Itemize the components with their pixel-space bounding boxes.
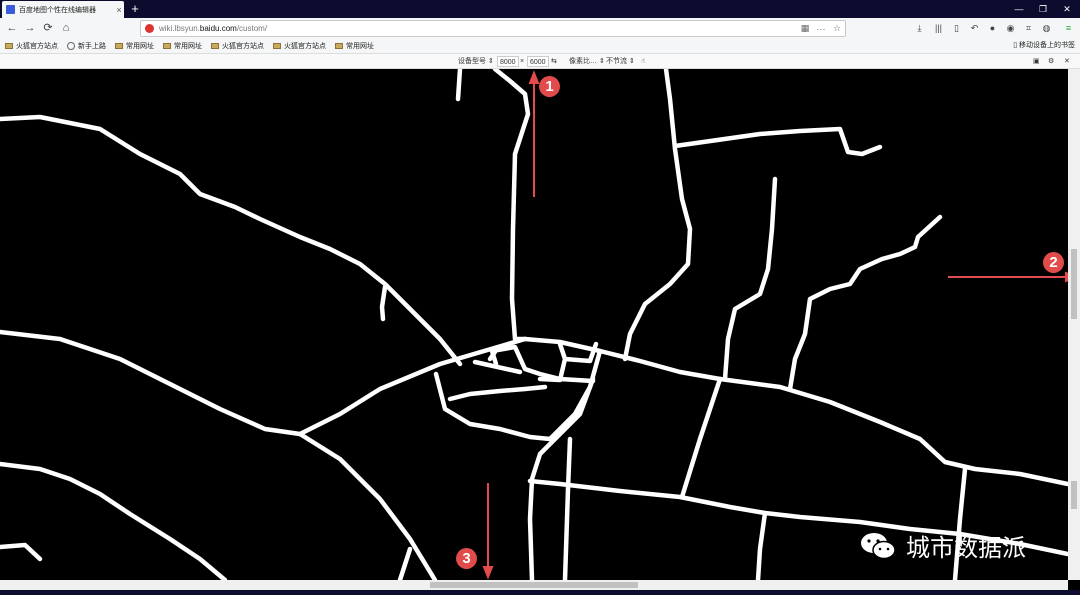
sidebar-icon[interactable]: ▯ xyxy=(950,22,963,35)
road xyxy=(379,284,388,322)
download-icon[interactable]: ⤓ xyxy=(913,22,926,35)
undo-icon[interactable]: ↶ xyxy=(968,22,981,35)
site-identity-icon xyxy=(145,24,154,33)
road xyxy=(297,431,438,580)
favicon-icon xyxy=(6,5,15,14)
road xyxy=(397,546,413,580)
folder-icon xyxy=(273,43,281,49)
map-canvas[interactable]: 1 2 3 xyxy=(0,69,1068,580)
bookmark-item[interactable]: 新手上路 xyxy=(67,41,106,51)
qr-code-icon[interactable]: ▦ xyxy=(797,23,813,34)
road-network xyxy=(0,69,1068,580)
times-symbol: × xyxy=(520,58,525,65)
road xyxy=(562,436,573,580)
folder-icon xyxy=(5,43,13,49)
road xyxy=(672,126,883,157)
tab-close-icon[interactable]: × xyxy=(114,5,124,15)
library-icon[interactable]: ||| xyxy=(932,22,945,35)
bookmark-item[interactable]: 火狐官方站点 xyxy=(5,41,58,51)
bookmark-item[interactable]: 常用网址 xyxy=(115,41,154,51)
home-button[interactable]: ⌂ xyxy=(58,20,74,36)
forward-button[interactable]: → xyxy=(22,20,38,36)
globe-icon xyxy=(67,42,75,50)
folder-icon xyxy=(115,43,123,49)
road xyxy=(679,376,723,500)
rotate-icon[interactable]: ⇆ xyxy=(551,56,557,67)
watermark-text: 城市数据派 xyxy=(906,535,1026,562)
bookmark-item[interactable]: 常用网址 xyxy=(163,41,202,51)
menu-icon[interactable]: ≡ xyxy=(1062,22,1075,35)
tab-title: 百度地图个性在线编辑器 xyxy=(19,6,96,14)
road xyxy=(455,69,463,102)
screenshot-icon[interactable]: ▣ xyxy=(1033,56,1040,67)
road xyxy=(522,336,723,382)
close-rdm-icon[interactable]: ✕ xyxy=(1064,56,1070,67)
extension-blue-icon[interactable]: ◉ xyxy=(1004,22,1017,35)
vertical-scrollbar[interactable] xyxy=(1068,69,1080,580)
road xyxy=(489,344,596,384)
marker-1: 1 xyxy=(539,76,560,97)
navigation-bar: ← → ⟳ ⌂ wiki.lbsyun.baidu.com/custom/ ▦ … xyxy=(0,18,1080,39)
page-actions-icon[interactable]: ··· xyxy=(813,24,829,34)
mobile-icon: ▯ xyxy=(1013,42,1018,49)
bookmarks-bar: 火狐官方站点 新手上路 常用网址 常用网址 火狐官方站点 火狐官方站点 常用网址… xyxy=(0,39,1080,54)
vertical-scroll-thumb-secondary[interactable] xyxy=(1071,481,1077,509)
road xyxy=(447,384,548,402)
folder-icon xyxy=(163,43,171,49)
road xyxy=(527,376,596,580)
road xyxy=(0,114,463,367)
road xyxy=(722,176,778,382)
wechat-icon xyxy=(861,532,896,559)
mobile-bookmarks[interactable]: ▯ 移动设备上的书签 xyxy=(1013,40,1075,50)
bookmark-item[interactable]: 火狐官方站点 xyxy=(211,41,264,51)
extension-icon[interactable]: ● xyxy=(986,22,999,35)
responsive-design-toolbar: 设备型号 ⇕ 8000 × 6000 ⇆ 像素比… ⇕ 不节流 ⇕ ☝ ▣ ⚙ … xyxy=(0,54,1080,69)
road xyxy=(755,510,768,580)
close-window-button[interactable]: ✕ xyxy=(1056,0,1078,18)
pixel-ratio-select[interactable]: 像素比… ⇕ xyxy=(569,56,605,67)
device-select[interactable]: 设备型号 ⇕ xyxy=(458,56,494,67)
back-button[interactable]: ← xyxy=(4,20,20,36)
road xyxy=(492,69,531,342)
road xyxy=(0,461,228,580)
horizontal-scrollbar[interactable] xyxy=(0,580,1068,590)
address-bar[interactable]: wiki.lbsyun.baidu.com/custom/ ▦ ··· ☆ xyxy=(140,20,846,37)
minimize-button[interactable]: — xyxy=(1008,0,1030,18)
browser-tab[interactable]: 百度地图个性在线编辑器 × xyxy=(2,1,124,18)
title-bar: 百度地图个性在线编辑器 × + — ❐ ✕ xyxy=(0,0,1080,18)
taskbar-strip xyxy=(0,590,1080,595)
watermark: 城市数据派 xyxy=(860,528,1026,563)
bookmark-star-icon[interactable]: ☆ xyxy=(829,23,845,34)
restore-button[interactable]: ❐ xyxy=(1032,0,1054,18)
arrow-1-head xyxy=(528,70,540,84)
vertical-scroll-thumb[interactable] xyxy=(1071,249,1077,319)
screenshot-icon[interactable]: ⌗ xyxy=(1022,22,1035,35)
viewport-height-input[interactable]: 6000 xyxy=(527,56,549,67)
marker-3: 3 xyxy=(456,548,477,569)
road xyxy=(952,466,968,580)
arrow-3-head xyxy=(482,566,494,580)
url-text[interactable]: wiki.lbsyun.baidu.com/custom/ xyxy=(159,24,797,33)
road xyxy=(0,542,43,562)
account-icon[interactable]: ◍ xyxy=(1040,22,1053,35)
marker-2: 2 xyxy=(1043,252,1064,273)
settings-gear-icon[interactable]: ⚙ xyxy=(1048,56,1054,67)
horizontal-scroll-thumb[interactable] xyxy=(430,582,638,588)
bookmark-item[interactable]: 常用网址 xyxy=(335,41,374,51)
viewport-width-input[interactable]: 8000 xyxy=(497,56,519,67)
bookmark-item[interactable]: 火狐官方站点 xyxy=(273,41,326,51)
road xyxy=(622,69,693,362)
new-tab-button[interactable]: + xyxy=(128,0,142,18)
throttle-select[interactable]: 不节流 ⇕ xyxy=(606,56,635,67)
folder-icon xyxy=(211,43,219,49)
touch-simulation-icon[interactable]: ☝ xyxy=(641,56,645,67)
road xyxy=(787,214,943,392)
reload-button[interactable]: ⟳ xyxy=(40,20,56,36)
folder-icon xyxy=(335,43,343,49)
road xyxy=(717,376,1068,487)
